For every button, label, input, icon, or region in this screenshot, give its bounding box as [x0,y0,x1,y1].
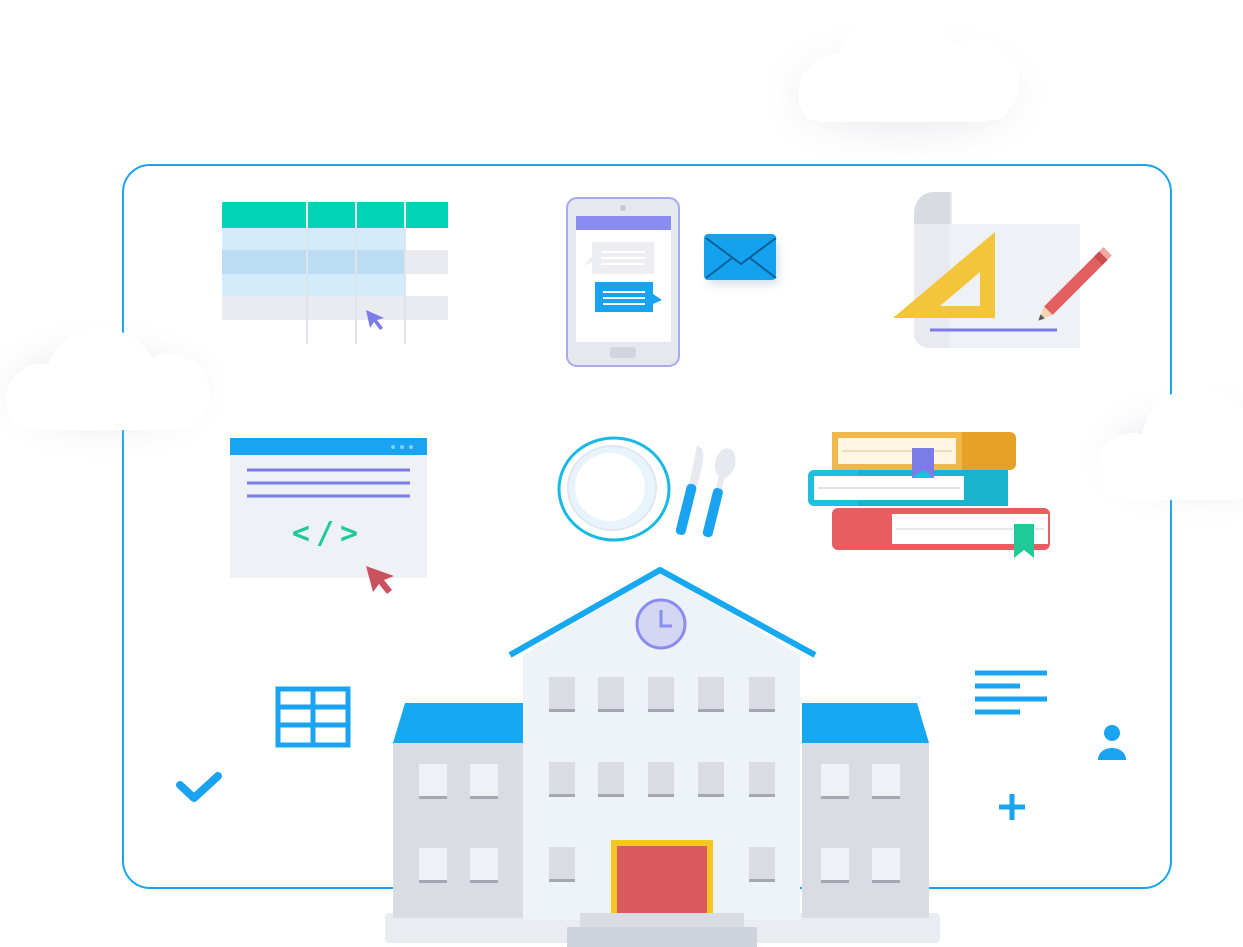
tablet-chat-icon [566,197,680,367]
code-glyph: </> [292,516,364,551]
code-window-icon: </> [230,438,427,594]
clock-icon [635,598,687,650]
illustration-art: </> [5,192,1243,947]
plate-cutlery-icon [557,436,736,542]
school-building-icon [385,567,940,947]
user-icon [1098,725,1126,760]
blueprint-ruler-pencil-icon [893,192,1112,348]
illustration-stage: </> [0,0,1243,947]
envelope-icon [704,234,778,284]
cloud-icon [1097,387,1243,500]
checkmark-icon [176,772,222,802]
table-grid-icon [275,686,351,748]
books-stack-icon [808,432,1050,558]
spreadsheet-icon [222,202,448,344]
text-align-icon [975,670,1047,715]
cloud-icon [5,328,210,430]
plus-icon [999,794,1025,820]
